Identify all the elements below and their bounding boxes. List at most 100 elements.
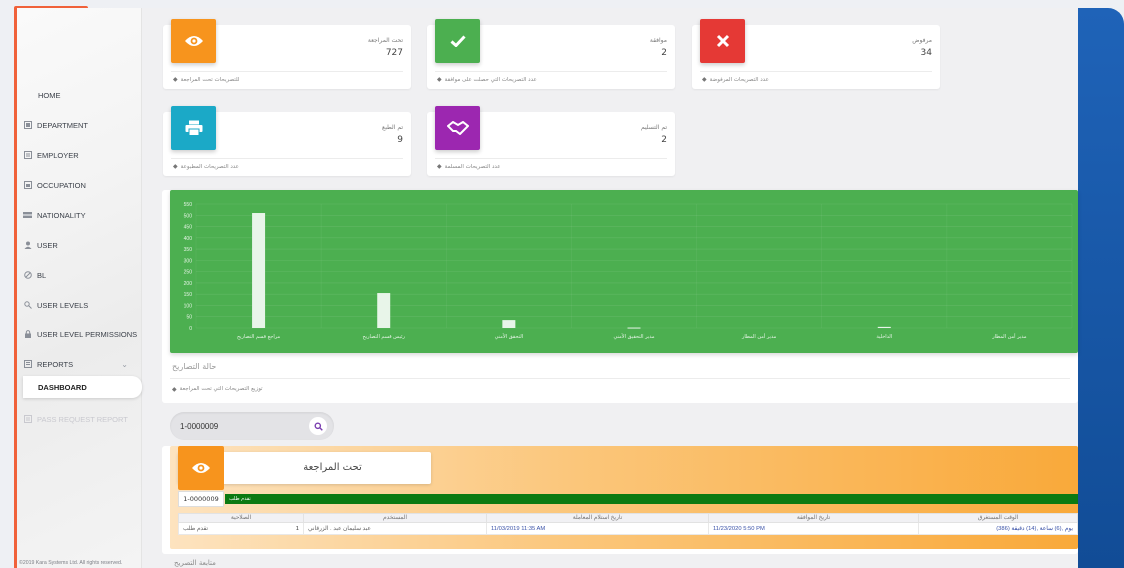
reports-icon bbox=[23, 360, 32, 369]
check-icon bbox=[435, 19, 480, 63]
document-icon bbox=[23, 415, 32, 424]
stat-title: موافقة bbox=[649, 37, 667, 44]
tag-icon: ◆ bbox=[173, 76, 178, 83]
x-tick-label: التحقق الأمني bbox=[495, 333, 524, 340]
sidebar-item-employer[interactable]: EMPLOYER bbox=[23, 146, 142, 164]
column-header: الوقت المستغرق bbox=[918, 513, 1078, 523]
sidebar-item-user-levels[interactable]: USER LEVELS bbox=[23, 296, 142, 314]
column-header: تاريخ استلام المعاملة bbox=[486, 513, 709, 523]
sidebar-item-reports[interactable]: REPORTS ⌄ bbox=[23, 355, 142, 373]
sidebar-item-dashboard[interactable]: DASHBOARD bbox=[23, 376, 142, 398]
stat-value: 727 bbox=[385, 48, 403, 58]
stat-card-printed[interactable]: تم الطبع 9 ◆ عدد التصريحات المطبوعة bbox=[163, 106, 411, 176]
copyright-text: ©2019 Kara Systems Ltd. All rights reser… bbox=[19, 560, 123, 566]
sidebar-item-nationality[interactable]: NATIONALITY bbox=[23, 206, 142, 224]
tag-icon: ◆ bbox=[172, 386, 177, 393]
sidebar-item-label: NATIONALITY bbox=[37, 210, 86, 220]
sidebar-item-department[interactable]: DEPARTMENT bbox=[23, 116, 142, 134]
column-header: الصلاحية bbox=[178, 513, 304, 523]
table-row[interactable]: تقدم طلب 1 عبد سليمان عبد . الزرقاني 11/0… bbox=[178, 522, 1078, 535]
blacklist-icon bbox=[23, 271, 32, 280]
y-tick-label: 0 bbox=[189, 326, 192, 332]
sidebar-item-home[interactable]: HOME bbox=[23, 86, 142, 104]
stat-value: 2 bbox=[661, 48, 667, 58]
tag-icon: ◆ bbox=[437, 76, 442, 83]
stat-footer: ◆ عدد التصريحات المسلمة bbox=[437, 163, 501, 170]
sidebar-item-label: USER bbox=[37, 240, 58, 250]
stat-footer-text: عدد التصريحات المسلمة bbox=[444, 163, 501, 170]
sidebar-item-label: DEPARTMENT bbox=[37, 120, 88, 130]
sidebar-item-user[interactable]: USER bbox=[23, 236, 142, 254]
chevron-down-icon[interactable]: ⌄ bbox=[121, 360, 128, 369]
stat-card-under-review[interactable]: تحت المراجعة 727 ◆ للتصريحات تحت المراجعة bbox=[163, 19, 411, 89]
stat-footer-text: للتصريحات تحت المراجعة bbox=[180, 76, 240, 83]
eye-icon bbox=[171, 19, 216, 63]
permits-status-chart-card: 0 50 100 150 200 250 300 350 400 450 500 550 مراجع ق… bbox=[162, 190, 1078, 403]
y-tick-label: 100 bbox=[184, 303, 193, 309]
chart-bar[interactable] bbox=[377, 293, 391, 328]
chart-bar[interactable] bbox=[252, 213, 266, 328]
stat-footer-text: عدد التصريحات المطبوعة bbox=[180, 163, 239, 170]
tag-icon: ◆ bbox=[702, 76, 707, 83]
y-tick-label: 550 bbox=[184, 202, 193, 208]
chart-footer-text: توزيع التصريحات التي تحت المراجعة bbox=[179, 386, 263, 392]
stat-footer: ◆ عدد التصريحات التي حصلت على موافقة bbox=[437, 76, 537, 83]
y-tick-label: 500 bbox=[184, 213, 193, 219]
search-button[interactable] bbox=[309, 417, 327, 435]
tag-icon: ◆ bbox=[437, 163, 442, 170]
printer-icon bbox=[171, 106, 216, 150]
stat-value: 34 bbox=[920, 48, 932, 58]
sidebar-item-label: BL bbox=[37, 270, 47, 280]
stat-card-delivered[interactable]: تم التسليم 2 ◆ عدد التصريحات المسلمة bbox=[427, 106, 675, 176]
occupation-icon bbox=[23, 181, 32, 190]
sidebar: HOME DEPARTMENT EMPLOYER OCCUPATION NATI… bbox=[17, 8, 142, 568]
x-tick-label: رئيس قسم التصاريح bbox=[363, 334, 406, 340]
stat-title: تحت المراجعة bbox=[367, 37, 403, 44]
received-date-cell: 11/03/2019 11:35 AM bbox=[486, 522, 709, 535]
sidebar-item-label: PASS REQUEST REPORT bbox=[37, 414, 128, 424]
user-icon bbox=[23, 241, 32, 250]
divider bbox=[170, 378, 1070, 379]
department-icon bbox=[23, 121, 32, 130]
review-card: تحت المراجعة 1-0000009 تقدم طلب الصلاحية… bbox=[162, 446, 1078, 554]
review-title: تحت المراجعة bbox=[303, 462, 362, 473]
sidebar-item-occupation[interactable]: OCCUPATION bbox=[23, 176, 142, 194]
x-tick-label: الداخلية bbox=[876, 334, 892, 340]
stat-title: مرفوض bbox=[912, 37, 932, 44]
divider bbox=[171, 158, 403, 159]
stat-title: تم الطبع bbox=[382, 124, 403, 131]
sidebar-item-user-level-permissions[interactable]: USER LEVEL PERMISSIONS bbox=[23, 325, 142, 343]
flag-icon bbox=[23, 211, 32, 220]
employer-icon bbox=[23, 151, 32, 160]
search-icon bbox=[314, 422, 323, 431]
stat-card-approved[interactable]: موافقة 2 ◆ عدد التصريحات التي حصلت على مو… bbox=[427, 19, 675, 89]
search-input[interactable] bbox=[180, 419, 300, 433]
review-header: تحت المراجعة bbox=[178, 446, 431, 490]
main-content: تحت المراجعة 727 ◆ للتصريحات تحت المراجعة… bbox=[142, 8, 1078, 568]
approved-date-cell: 11/23/2020 5:50 PM bbox=[708, 522, 919, 535]
stat-value: 2 bbox=[661, 135, 667, 145]
x-tick-label: مدير أمن المطار bbox=[741, 333, 777, 340]
divider bbox=[435, 71, 667, 72]
stat-footer: ◆ عدد التصريحات المطبوعة bbox=[173, 163, 239, 170]
stat-footer-text: عدد التصريحات التي حصلت على موافقة bbox=[444, 76, 537, 83]
stat-card-rejected[interactable]: مرفوض 34 ◆ عدد التصريحات المرفوضة bbox=[692, 19, 940, 89]
close-icon bbox=[700, 19, 745, 63]
chart-bar[interactable] bbox=[627, 327, 641, 329]
sidebar-item-label: DASHBOARD bbox=[38, 382, 87, 392]
chart-bar[interactable] bbox=[877, 326, 891, 328]
eye-icon bbox=[178, 446, 224, 490]
key-icon bbox=[23, 301, 32, 310]
sidebar-item-bl[interactable]: BL bbox=[23, 266, 142, 284]
sidebar-item-label: EMPLOYER bbox=[37, 150, 79, 160]
x-tick-label: مدير التحقيق الأمني bbox=[613, 333, 654, 340]
permission-cell: تقدم طلب 1 bbox=[178, 522, 304, 535]
sidebar-item-label: OCCUPATION bbox=[37, 180, 86, 190]
request-number-chip: 1-0000009 bbox=[178, 491, 224, 507]
sidebar-item-label: HOME bbox=[38, 90, 61, 100]
row-number: 1 bbox=[295, 525, 299, 532]
chart-bar[interactable] bbox=[502, 320, 516, 328]
sidebar-item-pass-request-report[interactable]: PASS REQUEST REPORT bbox=[23, 410, 142, 428]
y-tick-label: 250 bbox=[184, 270, 193, 276]
sidebar-item-label: USER LEVELS bbox=[37, 300, 89, 310]
